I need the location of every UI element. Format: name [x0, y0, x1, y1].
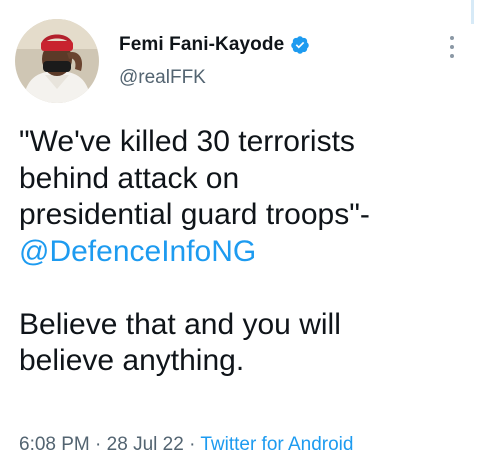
more-dot: [450, 54, 454, 58]
more-options-icon[interactable]: [446, 36, 458, 58]
author-name-row[interactable]: Femi Fani-Kayode: [119, 33, 310, 57]
meta-separator: ·: [189, 434, 196, 455]
tweet-meta: 6:08 PM · 28 Jul 22 · Twitter for Androi…: [19, 434, 353, 456]
scroll-indicator: [471, 0, 474, 24]
author-handle[interactable]: @realFFK: [119, 67, 206, 89]
verified-badge-icon: [290, 35, 310, 55]
avatar-photo-icon: [15, 19, 99, 103]
mention-link[interactable]: @DefenceInfoNG: [19, 234, 474, 271]
tweet-text-line: "We've killed 30 terrorists: [19, 125, 355, 158]
author-display-name[interactable]: Femi Fani-Kayode: [119, 34, 284, 56]
tweet-text-line: Believe that and you will: [19, 307, 341, 341]
more-dot: [450, 36, 454, 40]
avatar[interactable]: [15, 19, 99, 103]
tweet-text: "We've killed 30 terrorists behind attac…: [19, 124, 474, 380]
tweet-text-line: behind attack on: [19, 161, 240, 195]
tweet-source-link[interactable]: Twitter for Android: [200, 434, 353, 455]
tweet-text-line: believe anything.: [19, 344, 245, 377]
tweet-time[interactable]: 6:08 PM: [19, 434, 90, 455]
more-dot: [450, 45, 454, 49]
tweet-date[interactable]: 28 Jul 22: [107, 434, 184, 455]
meta-separator: ·: [95, 434, 102, 455]
tweet-text-line: presidential guard troops"-: [19, 198, 370, 231]
